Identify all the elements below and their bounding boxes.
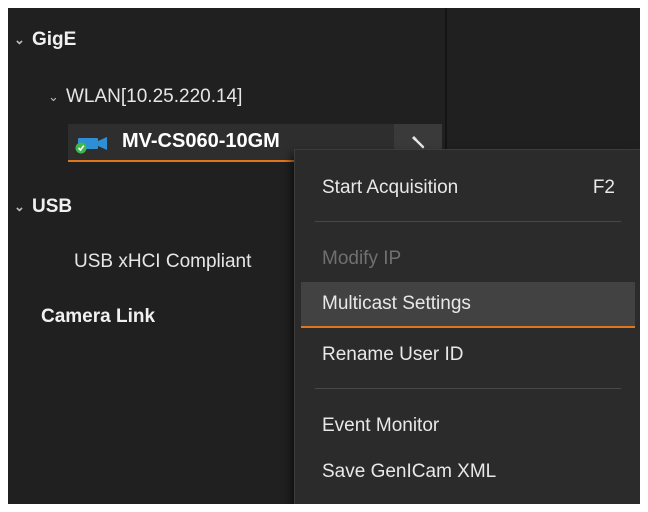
menu-item-label: Rename User ID: [322, 344, 464, 365]
chevron-down-icon[interactable]: ⌄: [14, 32, 32, 48]
menu-item-event-monitor[interactable]: Event Monitor: [301, 403, 635, 449]
tree-node-wlan-label: WLAN[10.25.220.14]: [66, 86, 243, 107]
device-list-panel: ⌄ GigE ⌄ WLAN[10.25.220.14] MV-CS060-10G…: [8, 8, 640, 504]
menu-separator: [315, 388, 621, 389]
tree-node-usb-label: USB: [32, 196, 73, 217]
menu-separator: [315, 221, 621, 222]
chevron-down-icon[interactable]: ⌄: [14, 199, 32, 215]
menu-item-label: Modify IP: [322, 248, 402, 269]
context-menu: Start Acquisition F2 Modify IP Multicast…: [294, 149, 640, 504]
camera-icon: [75, 137, 107, 154]
menu-item-label: Event Monitor: [322, 415, 440, 436]
tree-node-camera-link-label: Camera Link: [41, 306, 156, 327]
menu-item-label: Start Acquisition: [322, 177, 459, 198]
tree-node-camera-link[interactable]: Camera Link: [41, 306, 155, 328]
tree-node-gige[interactable]: ⌄ GigE: [14, 29, 76, 51]
tree-node-usb-controller[interactable]: USB xHCI Compliant: [74, 251, 251, 273]
device-name: MV-CS060-10GM: [122, 130, 280, 152]
chevron-down-icon[interactable]: ⌄: [48, 89, 66, 105]
menu-item-rename-user-id[interactable]: Rename User ID: [301, 332, 635, 378]
menu-item-start-acquisition[interactable]: Start Acquisition F2: [301, 165, 635, 211]
menu-item-label: Multicast Settings: [322, 293, 471, 314]
menu-item-save-genicam-xml[interactable]: Save GenICam XML: [301, 449, 635, 495]
menu-item-shortcut: F2: [592, 177, 615, 198]
tree-node-usb-controller-label: USB xHCI Compliant: [74, 251, 252, 272]
menu-item-multicast-settings[interactable]: Multicast Settings: [301, 282, 635, 328]
tree-node-gige-label: GigE: [32, 29, 77, 50]
menu-item-label: Save GenICam XML: [322, 461, 497, 482]
tree-node-wlan[interactable]: ⌄ WLAN[10.25.220.14]: [48, 86, 242, 108]
wrench-icon: [412, 136, 425, 149]
tree-node-usb[interactable]: ⌄ USB: [14, 196, 72, 218]
menu-item-modify-ip: Modify IP: [301, 236, 635, 282]
